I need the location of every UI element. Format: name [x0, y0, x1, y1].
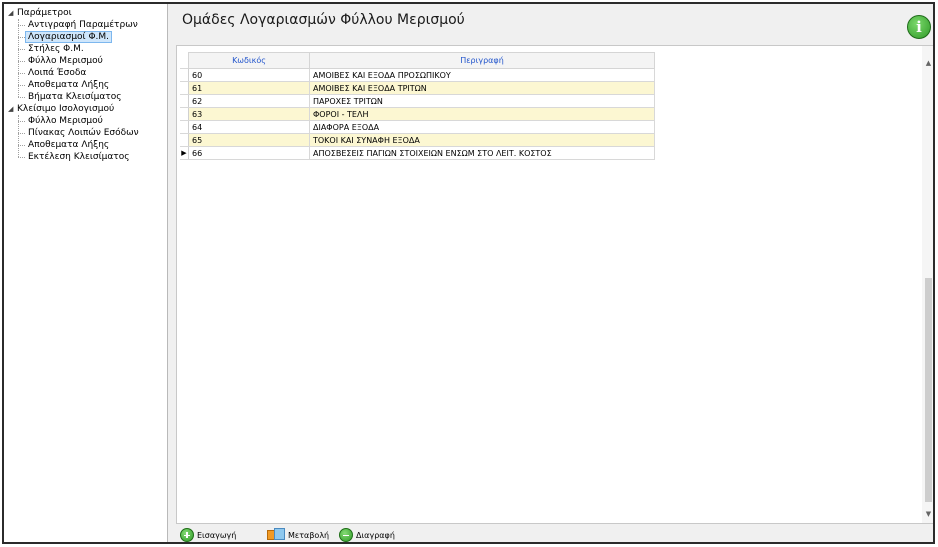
cell-code[interactable]: 60 [188, 68, 310, 82]
tree-connector [18, 73, 25, 74]
tree-item-label: Βήματα Κλεισίματος [28, 92, 122, 102]
cell-code[interactable]: 63 [188, 107, 310, 121]
delete-button-label: Διαγραφή [356, 530, 395, 540]
tree-group-1[interactable]: ◢ Κλείσιμο Ισολογισμού [8, 103, 114, 115]
tree-item[interactable]: Αποθεματα Λήξης [28, 79, 109, 91]
tree-connector [18, 49, 25, 50]
row-indicator[interactable] [180, 120, 189, 134]
page-title: Ομάδες Λογαριασμών Φύλλου Μερισμού [182, 12, 465, 28]
table-row[interactable]: 63 ΦΟΡΟΙ - ΤΕΛΗ [180, 107, 655, 121]
insert-button[interactable]: Εισαγωγή [180, 527, 237, 542]
tree-item-label: Φύλλο Μερισμού [28, 116, 103, 126]
tree-group-label: Παράμετροι [17, 8, 72, 18]
info-icon[interactable]: i [907, 15, 931, 39]
table-row[interactable]: 64 ΔΙΑΦΟΡΑ ΕΞΟΔΑ [180, 120, 655, 134]
expand-arrow-icon[interactable]: ◢ [8, 7, 17, 19]
tree-item-label: Αποθεματα Λήξης [28, 80, 110, 90]
table-row[interactable]: ▶ 66 ΑΠΟΣΒΕΣΕΙΣ ΠΑΓΙΩΝ ΣΤΟΙΧΕΙΩΝ ΕΝΣΩΜ ΣΤΟ… [180, 146, 655, 160]
cell-code[interactable]: 62 [188, 94, 310, 108]
row-indicator[interactable] [180, 133, 189, 147]
edit-button[interactable]: Μεταβολή [267, 527, 330, 542]
scroll-down-arrow-icon[interactable]: ▼ [922, 507, 933, 521]
tree-connector [18, 25, 25, 26]
cell-code[interactable]: 65 [188, 133, 310, 147]
tree-item[interactable]: Εκτέλεση Κλεισίματος [28, 151, 130, 163]
tree-item[interactable]: Λοιπά Έσοδα [28, 67, 86, 79]
accounts-grid-panel: Κωδικός Περιγραφή 60 ΑΜΟΙΒΕΣ ΚΑΙ ΕΞΟΔΑ ΠΡ… [176, 45, 933, 524]
tree-connector [18, 145, 25, 146]
tree-item[interactable]: Βήματα Κλεισίματος [28, 91, 122, 103]
table-row[interactable]: 61 ΑΜΟΙΒΕΣ ΚΑΙ ΕΞΟΔΑ ΤΡΙΤΩΝ [180, 81, 655, 95]
tree-item-label: Αντιγραφή Παραμέτρων [28, 20, 138, 30]
remove-icon [339, 528, 353, 542]
column-header-code[interactable]: Κωδικός [188, 52, 310, 69]
tree-item[interactable]: Αντιγραφή Παραμέτρων [28, 19, 138, 31]
vertical-scrollbar[interactable]: ▲ ▼ [922, 46, 933, 523]
column-header-description[interactable]: Περιγραφή [309, 52, 655, 69]
row-indicator[interactable] [180, 68, 189, 82]
tree-connector [18, 157, 25, 158]
row-indicator[interactable] [180, 94, 189, 108]
expand-arrow-icon[interactable]: ◢ [8, 103, 17, 115]
tree-item-label: Λογαριασμοί Φ.Μ. [25, 31, 113, 43]
edit-button-label: Μεταβολή [288, 530, 330, 540]
tree-connector [18, 19, 19, 97]
tree-connector [18, 85, 25, 86]
tree-item-label: Φύλλο Μερισμού [28, 56, 103, 66]
cell-code[interactable]: 66 [188, 146, 310, 160]
navigation-tree: ◢ Παράμετροι Αντιγραφή Παραμέτρων Λογαριασμ… [4, 4, 168, 542]
scroll-up-arrow-icon[interactable]: ▲ [922, 56, 933, 70]
cell-code[interactable]: 64 [188, 120, 310, 134]
table-row[interactable]: 60 ΑΜΟΙΒΕΣ ΚΑΙ ΕΞΟΔΑ ΠΡΟΣΩΠΙΚΟΥ [180, 68, 655, 82]
tree-item-label: Λοιπά Έσοδα [28, 68, 87, 78]
row-indicator[interactable] [180, 81, 189, 95]
cell-description[interactable]: ΔΙΑΦΟΡΑ ΕΞΟΔΑ [309, 120, 655, 134]
cell-code[interactable]: 61 [188, 81, 310, 95]
app-window: ◢ Παράμετροι Αντιγραφή Παραμέτρων Λογαριασμ… [2, 2, 935, 544]
delete-button[interactable]: Διαγραφή [339, 527, 395, 542]
tree-connector [18, 121, 25, 122]
tree-item-label: Στήλες Φ.Μ. [28, 44, 84, 54]
tree-item[interactable]: Στήλες Φ.Μ. [28, 43, 84, 55]
row-indicator-header [180, 52, 189, 69]
add-icon [180, 528, 194, 542]
edit-icon [267, 528, 285, 542]
cell-description[interactable]: ΠΑΡΟΧΕΣ ΤΡΙΤΩΝ [309, 94, 655, 108]
accounts-grid: Κωδικός Περιγραφή 60 ΑΜΟΙΒΕΣ ΚΑΙ ΕΞΟΔΑ ΠΡ… [180, 52, 655, 160]
tree-item-label: Εκτέλεση Κλεισίματος [28, 152, 130, 162]
cell-description[interactable]: ΑΠΟΣΒΕΣΕΙΣ ΠΑΓΙΩΝ ΣΤΟΙΧΕΙΩΝ ΕΝΣΩΜ ΣΤΟ ΛΕ… [309, 146, 655, 160]
tree-connector [18, 97, 25, 98]
tree-item[interactable]: Φύλλο Μερισμού [28, 115, 103, 127]
tree-group-0[interactable]: ◢ Παράμετροι [8, 7, 72, 19]
insert-button-label: Εισαγωγή [197, 530, 237, 540]
tree-connector [18, 115, 19, 157]
table-row[interactable]: 62 ΠΑΡΟΧΕΣ ΤΡΙΤΩΝ [180, 94, 655, 108]
cell-description[interactable]: ΑΜΟΙΒΕΣ ΚΑΙ ΕΞΟΔΑ ΤΡΙΤΩΝ [309, 81, 655, 95]
tree-connector [18, 133, 25, 134]
tree-item-label: Αποθεματα Λήξης [28, 140, 110, 150]
tree-item[interactable]: Λογαριασμοί Φ.Μ. [25, 31, 113, 43]
tree-item-label: Πίνακας Λοιπών Εσόδων [28, 128, 139, 138]
tree-connector [18, 37, 25, 38]
table-row[interactable]: 65 ΤΟΚΟΙ ΚΑΙ ΣΥΝΑΦΗ ΕΞΟΔΑ [180, 133, 655, 147]
cell-description[interactable]: ΑΜΟΙΒΕΣ ΚΑΙ ΕΞΟΔΑ ΠΡΟΣΩΠΙΚΟΥ [309, 68, 655, 82]
row-indicator[interactable]: ▶ [180, 146, 189, 160]
tree-connector [18, 61, 25, 62]
tree-item[interactable]: Πίνακας Λοιπών Εσόδων [28, 127, 139, 139]
tree-item[interactable]: Αποθεματα Λήξης [28, 139, 109, 151]
scrollbar-thumb[interactable] [925, 278, 932, 502]
grid-header-row: Κωδικός Περιγραφή [180, 52, 655, 69]
tree-group-label: Κλείσιμο Ισολογισμού [17, 104, 115, 114]
row-indicator[interactable] [180, 107, 189, 121]
cell-description[interactable]: ΦΟΡΟΙ - ΤΕΛΗ [309, 107, 655, 121]
cell-description[interactable]: ΤΟΚΟΙ ΚΑΙ ΣΥΝΑΦΗ ΕΞΟΔΑ [309, 133, 655, 147]
tree-item[interactable]: Φύλλο Μερισμού [28, 55, 103, 67]
